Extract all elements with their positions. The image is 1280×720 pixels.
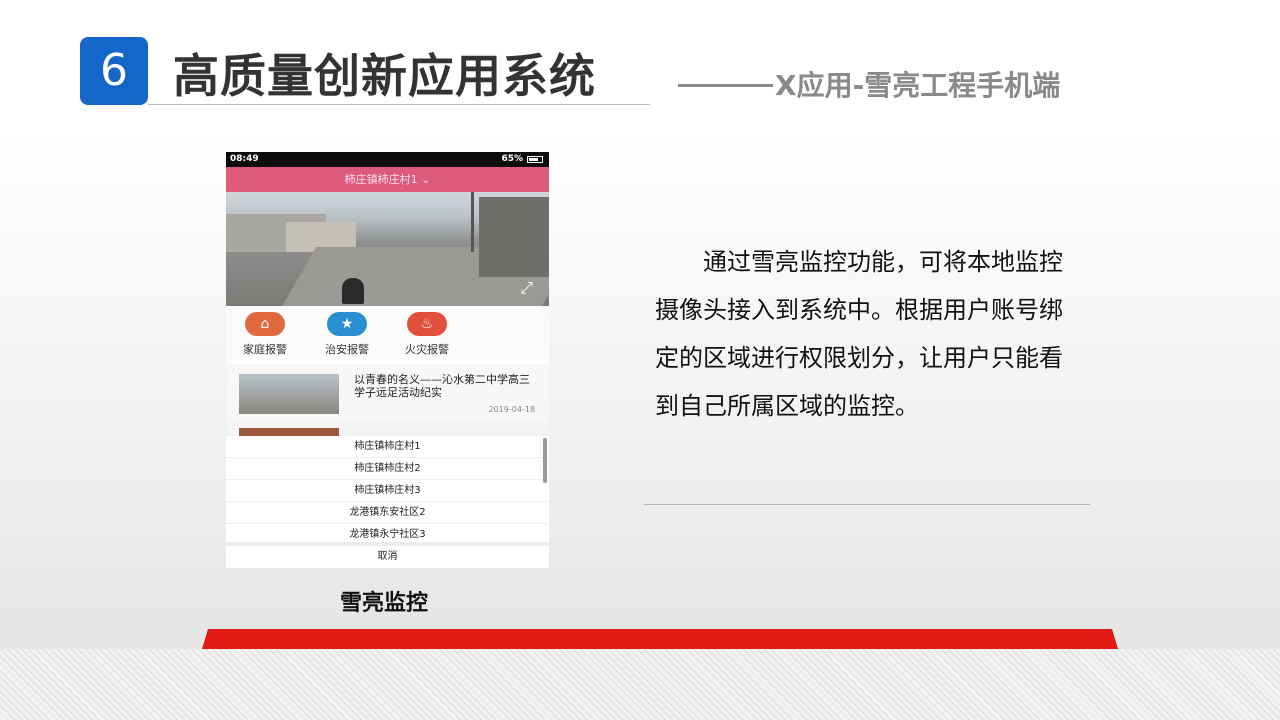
news-date: 2019-04-18 bbox=[488, 405, 536, 414]
picker-option[interactable]: 柿庄镇柿庄村3 bbox=[226, 480, 549, 502]
status-bar: 08:49 65% bbox=[226, 152, 549, 167]
fire-icon: ♨ bbox=[407, 312, 447, 336]
picker-option[interactable]: 柿庄镇柿庄村1 bbox=[226, 436, 549, 458]
subtitle-text: X应用-雪亮工程手机端 bbox=[775, 69, 1061, 102]
camera-video-feed[interactable]: ⤢ bbox=[226, 192, 549, 306]
chevron-down-icon: ⌄ bbox=[421, 173, 431, 186]
video-scene-rider bbox=[342, 278, 364, 304]
shortcut-label: 火灾报警 bbox=[405, 343, 449, 356]
battery-icon bbox=[527, 156, 543, 163]
home-icon: ⌂ bbox=[245, 312, 285, 336]
shortcut-police-alarm[interactable]: ★ 治安报警 bbox=[312, 312, 382, 357]
picker-scrollbar[interactable] bbox=[543, 438, 547, 483]
shortcut-fire-alarm[interactable]: ♨ 火灾报警 bbox=[392, 312, 462, 357]
picker-option[interactable]: 龙港镇东安社区2 bbox=[226, 502, 549, 524]
decorative-stripe-footer bbox=[0, 649, 1280, 720]
decorative-red-band bbox=[202, 629, 1118, 649]
news-item-partial bbox=[226, 422, 549, 436]
title-divider bbox=[148, 104, 650, 105]
figure-caption: 雪亮监控 bbox=[340, 591, 429, 616]
description-divider bbox=[644, 504, 1090, 505]
alarm-shortcuts: ⌂ 家庭报警 ★ 治安报警 ♨ 火灾报警 bbox=[226, 306, 549, 360]
status-time: 08:49 bbox=[230, 154, 259, 164]
section-number-badge: 6 bbox=[80, 37, 148, 105]
video-scene-pole bbox=[471, 192, 474, 252]
subtitle-dash bbox=[678, 83, 773, 87]
police-star-icon: ★ bbox=[327, 312, 367, 336]
video-scene-building bbox=[479, 197, 549, 277]
shortcut-label: 治安报警 bbox=[325, 343, 369, 356]
news-thumbnail bbox=[239, 428, 339, 436]
fullscreen-expand-icon[interactable]: ⤢ bbox=[520, 278, 533, 298]
cancel-button[interactable]: 取消 bbox=[226, 542, 549, 568]
village-selector[interactable]: 柿庄镇柿庄村1 ⌄ bbox=[226, 167, 549, 192]
status-battery-percent: 65% bbox=[501, 154, 523, 164]
shortcut-home-alarm[interactable]: ⌂ 家庭报警 bbox=[230, 312, 300, 357]
village-picker-sheet: 柿庄镇柿庄村1 柿庄镇柿庄村2 柿庄镇柿庄村3 龙港镇东安社区2 龙港镇永宁社区… bbox=[226, 436, 549, 568]
page-subtitle: X应用-雪亮工程手机端 bbox=[678, 64, 1060, 104]
news-item[interactable]: 以青春的名义——沁水第二中学高三学子远足活动纪实 2019-04-18 bbox=[226, 364, 549, 422]
phone-screenshot: 08:49 65% 柿庄镇柿庄村1 ⌄ ⤢ ⌂ 家庭报警 ★ 治安报警 ♨ 火灾… bbox=[226, 152, 549, 568]
page-title: 高质量创新应用系统 bbox=[173, 49, 596, 103]
picker-option[interactable]: 柿庄镇柿庄村2 bbox=[226, 458, 549, 480]
village-selector-label: 柿庄镇柿庄村1 bbox=[344, 173, 418, 186]
news-title: 以青春的名义——沁水第二中学高三学子远足活动纪实 bbox=[354, 373, 530, 399]
news-thumbnail bbox=[239, 374, 339, 414]
shortcut-label: 家庭报警 bbox=[243, 343, 287, 356]
description-text: 通过雪亮监控功能，可将本地监控摄像头接入到系统中。根据用户账号绑定的区域进行权限… bbox=[655, 248, 1063, 420]
